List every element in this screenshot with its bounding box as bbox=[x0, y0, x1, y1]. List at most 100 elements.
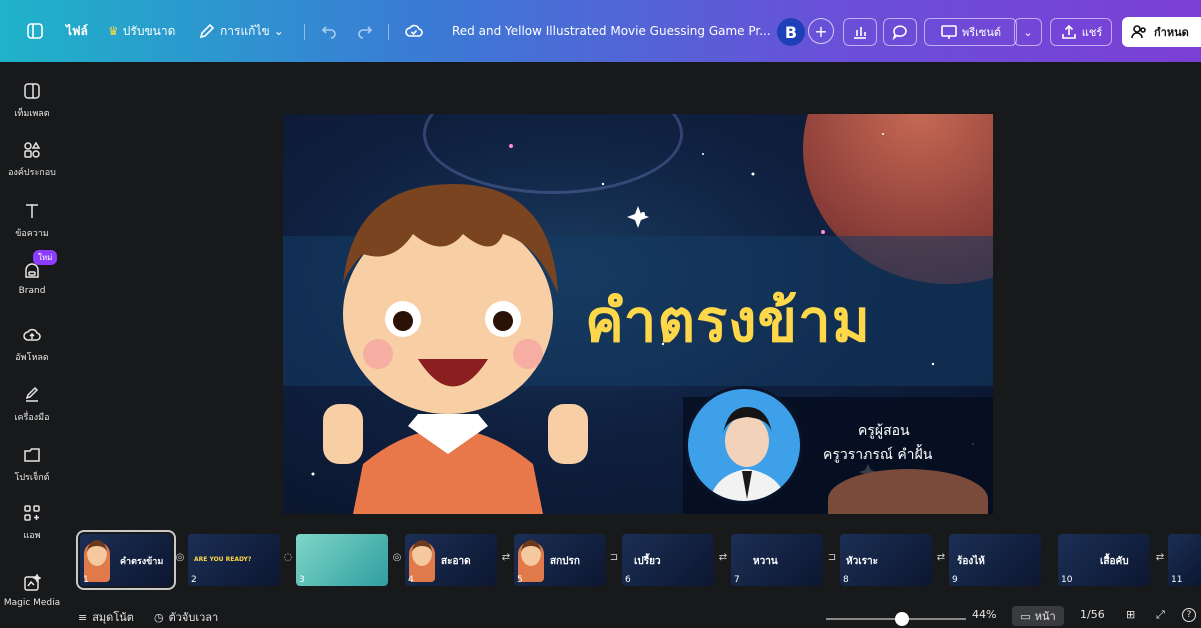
comment-icon bbox=[892, 25, 907, 41]
comments-button[interactable] bbox=[883, 18, 917, 46]
thumbnail-label: สะอาด bbox=[441, 556, 471, 567]
divider bbox=[304, 24, 305, 40]
transition-icon[interactable]: ◎ bbox=[174, 552, 186, 564]
sidebar-item-label: เท็มเพลต bbox=[14, 109, 50, 119]
grid-view-button[interactable]: ⊞ bbox=[1126, 608, 1135, 621]
transition-icon[interactable]: ⇄ bbox=[717, 552, 729, 564]
present-button[interactable]: พรีเซนต์ bbox=[924, 18, 1017, 46]
teacher-label[interactable]: ครูผู้สอน bbox=[858, 420, 910, 442]
sidebar-item-magic-media[interactable]: Magic Media bbox=[0, 574, 64, 608]
page-number: 9 bbox=[952, 575, 958, 585]
add-collaborator-button[interactable]: + bbox=[808, 18, 834, 44]
insights-button[interactable] bbox=[843, 18, 877, 46]
page-thumbnail[interactable]: เปรี้ยว 6 bbox=[622, 534, 714, 586]
document-title[interactable]: Red and Yellow Illustrated Movie Guessin… bbox=[452, 0, 771, 62]
sidebar-item-apps[interactable]: แอพ bbox=[0, 504, 64, 542]
sidebar-item-elements[interactable]: องค์ประกอบ bbox=[0, 141, 64, 179]
present-label: พรีเซนต์ bbox=[961, 26, 1002, 39]
bar-chart-icon bbox=[854, 27, 866, 39]
elements-icon bbox=[24, 141, 41, 158]
transition-icon[interactable]: ◌ bbox=[282, 552, 294, 564]
page-thumbnail[interactable]: ARE YOU READY? 2 bbox=[188, 534, 280, 586]
thumbnail-label: หัวเราะ bbox=[846, 556, 878, 567]
panel-toggle-icon bbox=[27, 23, 43, 39]
sidebar-item-label: Brand bbox=[18, 286, 46, 296]
share-button[interactable]: แชร์ bbox=[1050, 18, 1112, 46]
page-count-value: 1/56 bbox=[1080, 608, 1105, 621]
page-number: 7 bbox=[734, 575, 740, 585]
transition-icon[interactable]: ⊐ bbox=[608, 552, 620, 564]
sidebar-item-uploads[interactable]: อัพโหลด bbox=[0, 326, 64, 364]
pages-icon: ▭ bbox=[1020, 609, 1031, 623]
grid-icon: ⊞ bbox=[1126, 608, 1136, 621]
file-menu-label: ไฟล์ bbox=[66, 23, 88, 38]
thumbnail-label: เปรี้ยว bbox=[634, 556, 661, 567]
notes-label: สมุดโน้ต bbox=[92, 611, 134, 624]
setup-button[interactable]: กำหนด bbox=[1122, 17, 1201, 47]
page-view-label: หน้า bbox=[1034, 610, 1056, 623]
page-filmstrip: คำตรงข้าม 1 ◎ ARE YOU READY? 2 ◌ 3 ◎ สะอ… bbox=[64, 528, 1201, 592]
sidebar-item-draw[interactable]: เครื่องมือ bbox=[0, 386, 64, 424]
page-thumbnail[interactable]: สกปรก 5 bbox=[514, 534, 606, 586]
page-thumbnail[interactable]: เสื้อคับ 10 bbox=[1058, 534, 1150, 586]
edit-mode-dropdown[interactable]: การแก้ไข ⌄ bbox=[198, 0, 284, 62]
sidebar-toggle-button[interactable] bbox=[26, 0, 44, 62]
page-count[interactable]: 1/56 bbox=[1080, 608, 1105, 621]
page-thumbnail[interactable]: หัวเราะ 8 bbox=[840, 534, 932, 586]
page-thumbnail[interactable]: 3 bbox=[296, 534, 388, 586]
upload-icon bbox=[23, 328, 41, 341]
zoom-level-value: 44% bbox=[972, 608, 997, 621]
thumbnail-label: ARE YOU READY? bbox=[194, 556, 252, 563]
page-thumbnail[interactable]: ร้องไห้ 9 bbox=[949, 534, 1041, 586]
page-number: 1 bbox=[83, 575, 89, 585]
page-thumbnail[interactable]: หวาน 7 bbox=[731, 534, 823, 586]
timer-label: ตัวจับเวลา bbox=[168, 611, 219, 624]
magic-media-icon bbox=[24, 574, 41, 591]
sidebar-item-label: เครื่องมือ bbox=[14, 413, 50, 423]
sidebar-item-brand[interactable]: Brand bbox=[0, 262, 64, 296]
thumbnail-label: คำตรงข้าม bbox=[120, 557, 164, 567]
crown-icon: ♛ bbox=[108, 24, 119, 38]
transition-icon[interactable]: ◎ bbox=[391, 552, 403, 564]
cloud-save-status[interactable] bbox=[405, 0, 423, 62]
timer-icon: ◷ bbox=[154, 610, 164, 624]
page-view-button[interactable]: ▭ หน้า bbox=[1012, 606, 1064, 626]
sidebar-item-templates[interactable]: เท็มเพลต bbox=[0, 82, 64, 120]
sidebar-item-label: โปรเจ็กต์ bbox=[14, 473, 50, 483]
transition-icon[interactable]: ⇄ bbox=[500, 552, 512, 564]
fullscreen-button[interactable]: ⤢ bbox=[1156, 608, 1165, 622]
file-menu[interactable]: ไฟล์ bbox=[66, 0, 88, 62]
teacher-photo[interactable] bbox=[685, 386, 803, 504]
sidebar-item-projects[interactable]: โปรเจ็กต์ bbox=[0, 446, 64, 484]
sidebar-item-label: อัพโหลด bbox=[15, 353, 49, 363]
zoom-slider-handle[interactable] bbox=[894, 612, 909, 626]
zoom-level[interactable]: 44% bbox=[972, 608, 996, 621]
transition-icon[interactable]: ⇄ bbox=[1154, 552, 1166, 564]
boy-cartoon-illustration bbox=[323, 184, 588, 514]
apps-icon bbox=[24, 505, 40, 521]
present-options-button[interactable]: ⌄ bbox=[1014, 18, 1042, 46]
sidebar-item-text[interactable]: ข้อความ bbox=[0, 202, 64, 240]
collaborator-avatar[interactable]: B bbox=[777, 18, 805, 46]
timer-button[interactable]: ◷ ตัวจับเวลา bbox=[154, 608, 218, 626]
page-thumbnail[interactable]: สะอาด 4 bbox=[405, 534, 497, 586]
redo-button[interactable] bbox=[356, 0, 374, 62]
undo-button[interactable] bbox=[320, 0, 338, 62]
folder-icon bbox=[24, 448, 40, 462]
resize-button[interactable]: ♛ ปรับขนาด bbox=[108, 0, 175, 62]
sidebar-item-label: Magic Media bbox=[3, 598, 61, 608]
transition-icon[interactable]: ⇄ bbox=[935, 552, 947, 564]
page-thumbnail[interactable]: 11 bbox=[1168, 534, 1201, 586]
page-thumbnail[interactable]: คำตรงข้าม 1 bbox=[76, 530, 176, 590]
resize-label: ปรับขนาด bbox=[122, 23, 176, 38]
slide-title[interactable]: คำตรงข้าม bbox=[585, 274, 871, 367]
help-button[interactable]: ? bbox=[1182, 608, 1196, 622]
page-number: 5 bbox=[517, 575, 523, 585]
avatar-initial: B bbox=[784, 22, 798, 42]
notes-button[interactable]: ≡ สมุดโน้ต bbox=[78, 608, 134, 626]
transition-icon[interactable]: ⊐ bbox=[826, 552, 838, 564]
slide-canvas[interactable]: คำตรงข้าม ครูผู้สอน ครูวราภรณ์ คำฝั้น bbox=[283, 114, 993, 514]
thumbnail-label: ร้องไห้ bbox=[957, 556, 985, 567]
page-number: 2 bbox=[191, 575, 197, 585]
teacher-name[interactable]: ครูวราภรณ์ คำฝั้น bbox=[823, 444, 932, 466]
